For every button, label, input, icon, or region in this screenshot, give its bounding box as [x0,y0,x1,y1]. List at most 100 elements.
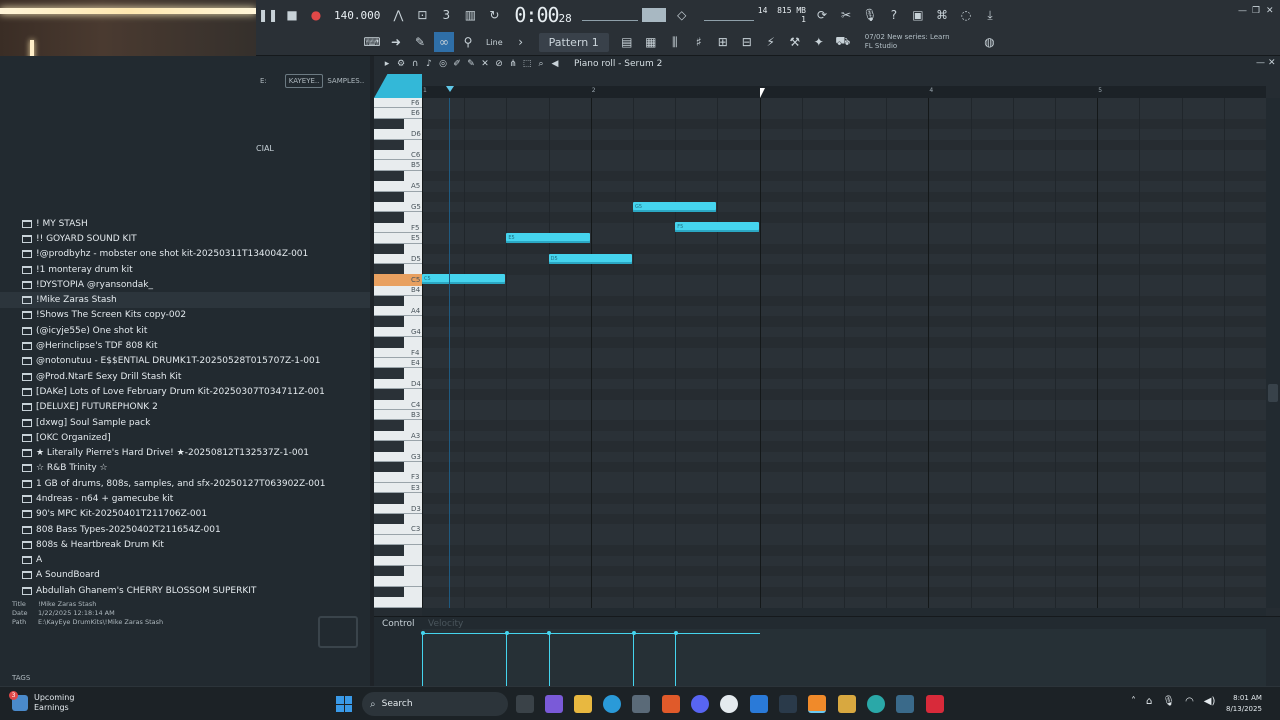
velocity-stem[interactable] [506,633,508,687]
black-key[interactable] [374,337,404,348]
folder-item[interactable]: A [0,553,370,568]
folder-item[interactable]: 808 Bass Types-20250402T211654Z-001 [0,522,370,537]
folder-item[interactable]: @Prod.NtarE Sexy Drill Stash Kit [0,369,370,384]
folder-item[interactable]: [DELUXE] FUTUREPHONK 2 [0,400,370,415]
folder-item[interactable]: !1 monteray drum kit [0,262,370,277]
note-block[interactable]: D5 [548,253,632,264]
network-icon[interactable]: ⌂ [1146,696,1152,707]
step-edit-icon[interactable]: ▥ [460,5,480,25]
stop-button[interactable]: ■ [282,5,302,25]
horizontal-scrollbar[interactable] [422,608,1266,616]
folder-item[interactable]: Abdullah Ghanem's CHERRY BLOSSOM SUPERKI… [0,583,370,598]
browser-tab-kayeye[interactable]: KAYEYE.. [284,74,324,88]
black-key[interactable] [374,420,404,431]
folder-item[interactable]: 808s & Heartbreak Drum Kit [0,537,370,552]
folder-item[interactable]: @Herinclipse's TDF 808 Kit [0,338,370,353]
save-icon[interactable]: ▣ [908,5,928,25]
copilot-icon[interactable] [545,695,563,713]
folder-item[interactable]: !@prodbyhz - mobster one shot kit-202503… [0,247,370,262]
help-icon[interactable]: ? [884,5,904,25]
wait-record-icon[interactable]: ⊡ [412,5,432,25]
piano-roll-minimize[interactable]: — [1256,58,1265,68]
black-key[interactable] [374,212,404,223]
folder-item[interactable]: @notonutuu - E$$ENTIAL DRUMK1T-20250528T… [0,354,370,369]
fl-studio-icon[interactable] [808,695,826,713]
black-key[interactable] [374,118,404,130]
black-key[interactable] [374,566,404,577]
tools-icon[interactable]: ⚒ [785,32,805,52]
task-view-icon[interactable] [516,695,534,713]
folder-item[interactable]: 90's MPC Kit-20250401T211706Z-001 [0,507,370,522]
keyboard-icon[interactable]: ⌨ [362,32,382,52]
restore-icon[interactable]: ❐ [1252,6,1260,16]
white-key[interactable] [374,556,422,566]
pencil-icon[interactable]: ✐ [451,58,463,70]
menu-arrow-icon[interactable]: ▸ [381,58,393,70]
black-key[interactable] [374,545,404,556]
folder-item[interactable]: [dxwg] Soul Sample pack [0,415,370,430]
news-panel[interactable]: 07/02 New series: Learn FL Studio [865,33,950,51]
davinci-icon[interactable] [896,695,914,713]
black-key[interactable] [374,316,404,327]
folder-item[interactable]: ! MY STASH [0,216,370,231]
microphone-icon[interactable]: 🎙 [860,5,880,25]
arrow-right-icon[interactable]: ➜ [386,32,406,52]
brave-icon[interactable] [662,695,680,713]
folder-item[interactable]: !DYSTOPIA @ryansondak_ [0,277,370,292]
black-key[interactable] [374,514,404,525]
app-icon[interactable] [750,695,768,713]
browser-tab-samples[interactable]: SAMPLES.. [327,77,364,85]
speaker-icon[interactable]: ◀ [549,58,561,70]
minimize-icon[interactable]: — [1238,6,1247,16]
note-block[interactable]: E5 [506,232,590,243]
folder-item[interactable]: [DAKe] Lots of Love February Drum Kit-20… [0,384,370,399]
piano-keyboard[interactable]: F6 E6 D6 C6 B5 A5 G5 F5 E5 D5 C5 B4 A4 G4 F4 E4 D4 C4 B3 A3… [374,98,422,608]
note-grid[interactable]: C5 E5 D5 G5 F5 [422,98,1266,608]
note-block[interactable]: G5 [633,201,717,212]
file-explorer-icon[interactable] [574,695,592,713]
folder-item[interactable]: 1 GB of drums, 808s, samples, and sfx-20… [0,476,370,491]
note-icon[interactable]: ♪ [423,58,435,70]
paint-icon[interactable]: ✎ [465,58,477,70]
black-key[interactable] [374,170,404,182]
control-param[interactable]: Velocity [428,619,463,629]
chatgpt-icon[interactable] [720,695,738,713]
vertical-scrollbar[interactable] [1266,98,1280,608]
piano-roll-close[interactable]: ✕ [1268,58,1276,68]
download-icon[interactable]: ⤓ [980,5,1000,25]
zoom-icon[interactable]: ⌕ [535,58,547,70]
countdown-icon[interactable]: 3 [436,5,456,25]
brush-icon[interactable]: ✎ [410,32,430,52]
browser-icon[interactable]: ⊞ [713,32,733,52]
black-key[interactable] [374,462,404,473]
snap-select[interactable]: Line [486,38,503,47]
discord-icon[interactable] [691,695,709,713]
master-pitch[interactable] [703,9,754,21]
velocity-stem[interactable] [422,633,423,687]
tempo-display[interactable]: 140.000 [334,9,380,22]
folder-item[interactable]: !Shows The Screen Kits copy-002 [0,308,370,323]
snap-arrow-icon[interactable]: › [511,32,531,52]
control-label[interactable]: Control [382,619,415,629]
folder-item[interactable]: [OKC Organized] [0,430,370,445]
black-key[interactable] [374,493,404,504]
vertical-scroll-thumb[interactable] [1268,384,1278,402]
black-key[interactable] [374,389,404,400]
taskbar-search[interactable]: ⌕ Search [362,692,508,716]
velocity-area[interactable] [420,629,1266,687]
black-key[interactable] [374,368,404,379]
metronome-icon[interactable]: ⋀ [388,5,408,25]
black-key[interactable] [374,441,404,452]
select-icon[interactable]: ⬚ [521,58,533,70]
folder-item[interactable]: (@icyje55e) One shot kit [0,323,370,338]
folder-item[interactable]: !! GOYARD SOUND KIT [0,231,370,246]
magnet-icon[interactable]: ∩ [409,58,421,70]
white-key[interactable] [374,597,422,608]
chat-icon[interactable]: ◌ [956,5,976,25]
folder-item[interactable]: ☆ R&B Trinity ☆ [0,461,370,476]
mixer-icon[interactable]: ⫼ [665,32,685,52]
plugin-db-icon[interactable]: ⊟ [737,32,757,52]
piano-roll-icon[interactable]: ♯ [689,32,709,52]
velocity-stem[interactable] [633,633,634,687]
wrench-icon[interactable]: ⚙ [395,58,407,70]
